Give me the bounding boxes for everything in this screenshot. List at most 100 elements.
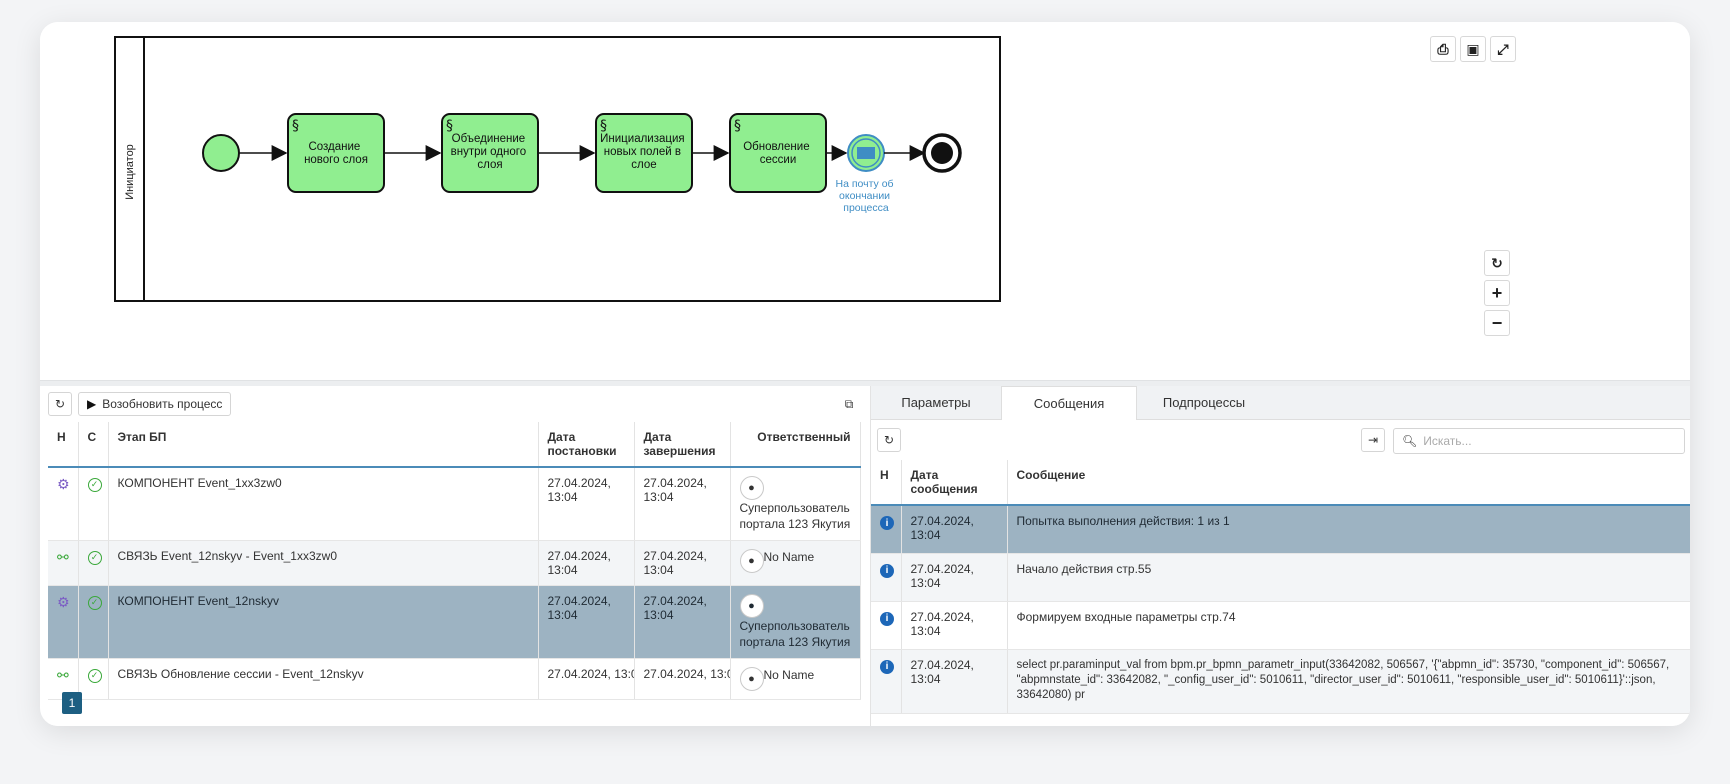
date-end: 27.04.2024, 13:04 [634,540,731,586]
component-icon: ⚙ [57,476,70,492]
detach-panel-icon[interactable]: ⧉ [838,392,860,416]
search-placeholder: Искать... [1423,434,1472,448]
info-icon: i [880,611,894,626]
stages-table: Н С Этап БП Дата постановки Дата заверше… [48,422,861,700]
task-label-line: Инициализация [600,133,685,145]
col-responsible-header[interactable]: Ответственный [730,422,861,468]
export-icon[interactable]: ▣ [1460,36,1486,62]
tab-parameters[interactable]: Параметры [871,386,1001,420]
stages-panel: ↻ ▶ Возобновить процесс ⧉ Н С Этап БП Да… [48,386,868,726]
task-merge-layer[interactable]: § Объединение внутри одного слоя [441,113,539,193]
details-tabs: Параметры Сообщения Подпроцессы [871,386,1690,420]
date-set: 27.04.2024, 13:04 [538,585,635,659]
play-icon: ▶ [87,397,97,411]
date-set: 27.04.2024, 13:04 [538,658,635,700]
task-label-line: слоя [477,159,502,171]
message-date: 27.04.2024, 13:04 [901,649,1008,714]
date-set: 27.04.2024, 13:04 [538,540,635,586]
event-label-line: На почту об [836,178,894,190]
table-row[interactable]: i 27.04.2024, 13:04 Начало действия стр.… [871,553,1690,602]
tab-subprocesses[interactable]: Подпроцессы [1137,386,1271,420]
table-row[interactable]: ⚙ ✓ КОМПОНЕНТ Event_1xx3zw0 27.04.2024, … [48,467,861,541]
task-init-fields[interactable]: § Инициализация новых полей в слое [595,113,693,193]
stage-name: СВЯЗЬ Обновление сессии - Event_12nskyv [108,658,539,700]
script-icon: § [446,118,453,134]
start-event[interactable] [202,134,240,172]
check-icon: ✓ [87,477,102,492]
col-message-header[interactable]: Сообщение [1007,460,1690,506]
col-h-header[interactable]: Н [48,422,79,468]
col-date-set-header[interactable]: Дата постановки [538,422,635,468]
table-row[interactable]: ⚯ ✓ СВЯЗЬ Обновление сессии - Event_12ns… [48,658,861,700]
col-date-end-header[interactable]: Дата завершения [634,422,731,468]
resume-process-label: Возобновить процесс [102,397,223,411]
user-icon: ● [739,594,764,618]
responsible-name[interactable]: Суперпользователь портала 123 Якутия [740,501,851,531]
link-icon: ⚯ [57,667,69,683]
message-text: Формируем входные параметры стр.74 [1007,601,1690,650]
lane-label: Инициатор [124,144,136,200]
event-label-line: окончании [839,190,890,202]
stage-name: КОМПОНЕНТ Event_1xx3zw0 [108,467,539,541]
col-c-header[interactable]: С [78,422,109,468]
user-icon: ● [739,549,764,573]
table-row[interactable]: ⚙ ✓ КОМПОНЕНТ Event_12nskyv 27.04.2024, … [48,585,861,659]
component-icon: ⚙ [57,594,70,610]
fullscreen-icon[interactable]: ⤢ [1490,36,1516,62]
message-date: 27.04.2024, 13:04 [901,601,1008,650]
event-label-line: процесса [843,202,889,214]
date-end: 27.04.2024, 13:04 [634,585,731,659]
refresh-icon[interactable]: ↻ [1484,250,1510,276]
task-label-line: нового слоя [304,154,368,166]
table-header-row: Н С Этап БП Дата постановки Дата заверше… [48,422,861,468]
message-date: 27.04.2024, 13:04 [901,553,1008,602]
table-row[interactable]: i 27.04.2024, 13:04 select pr.paraminput… [871,649,1690,714]
page-1-button[interactable]: 1 [62,692,82,714]
date-end: 27.04.2024, 13:04 [634,467,731,541]
messages-table: Н Дата сообщения Сообщение i 27.04.2024,… [871,460,1690,714]
zoom-in-icon[interactable]: + [1484,280,1510,306]
task-label-line: Объединение [452,133,526,145]
responsible-name[interactable]: No Name [764,668,815,682]
script-icon: § [600,118,607,134]
table-header-row: Н Дата сообщения Сообщение [871,460,1690,506]
date-set: 27.04.2024, 13:04 [538,467,635,541]
task-update-session[interactable]: § Обновление сессии [729,113,827,193]
message-date: 27.04.2024, 13:04 [901,505,1008,554]
bpmn-canvas[interactable]: Инициатор § Создание нового слоя § Объед… [40,22,1690,380]
col-h-header[interactable]: Н [871,460,902,506]
refresh-icon[interactable]: ↻ [48,392,72,416]
task-create-layer[interactable]: § Создание нового слоя [287,113,385,193]
responsible-name[interactable]: No Name [764,550,815,564]
task-label-line: Создание [308,141,360,153]
message-text: select pr.paraminput_val from bpm.pr_bpm… [1007,649,1690,714]
task-label-line: Обновление [743,141,809,153]
svg-text:Создание нового слоя: Создание нового слоя [304,141,368,166]
table-row[interactable]: i 27.04.2024, 13:04 Попытка выполнения д… [871,505,1690,554]
print-icon[interactable]: ⎙ [1430,36,1456,62]
search-input[interactable]: 🔍︎ Искать... [1393,428,1685,454]
user-icon: ● [739,476,764,500]
message-event[interactable] [847,134,885,172]
end-event[interactable] [922,133,962,173]
resume-process-button[interactable]: ▶ Возобновить процесс [78,392,232,416]
svg-text:На почту об окончании: На почту об окончании процесса [836,178,897,214]
task-label-line: внутри одного [451,146,526,158]
tab-messages[interactable]: Сообщения [1001,386,1137,420]
table-row[interactable]: ⚯ ✓ СВЯЗЬ Event_12nskyv - Event_1xx3zw0 … [48,540,861,586]
user-icon: ● [739,667,764,691]
zoom-out-icon[interactable]: − [1484,310,1510,336]
stage-name: СВЯЗЬ Event_12nskyv - Event_1xx3zw0 [108,540,539,586]
responsible-name[interactable]: Суперпользователь портала 123 Якутия [740,619,851,649]
col-stage-header[interactable]: Этап БП [108,422,539,468]
export-icon[interactable]: ⇥ [1361,428,1385,452]
col-date-header[interactable]: Дата сообщения [901,460,1008,506]
search-icon: 🔍︎ [1402,434,1418,448]
check-icon: ✓ [87,668,102,683]
info-icon: i [880,659,894,674]
table-row[interactable]: i 27.04.2024, 13:04 Формируем входные па… [871,601,1690,650]
refresh-icon[interactable]: ↻ [877,428,901,452]
info-icon: i [880,516,894,530]
app-window: Инициатор § Создание нового слоя § Объед… [40,22,1690,726]
details-panel: Параметры Сообщения Подпроцессы ↻ ⇥ 🔍︎ И… [870,386,1690,726]
